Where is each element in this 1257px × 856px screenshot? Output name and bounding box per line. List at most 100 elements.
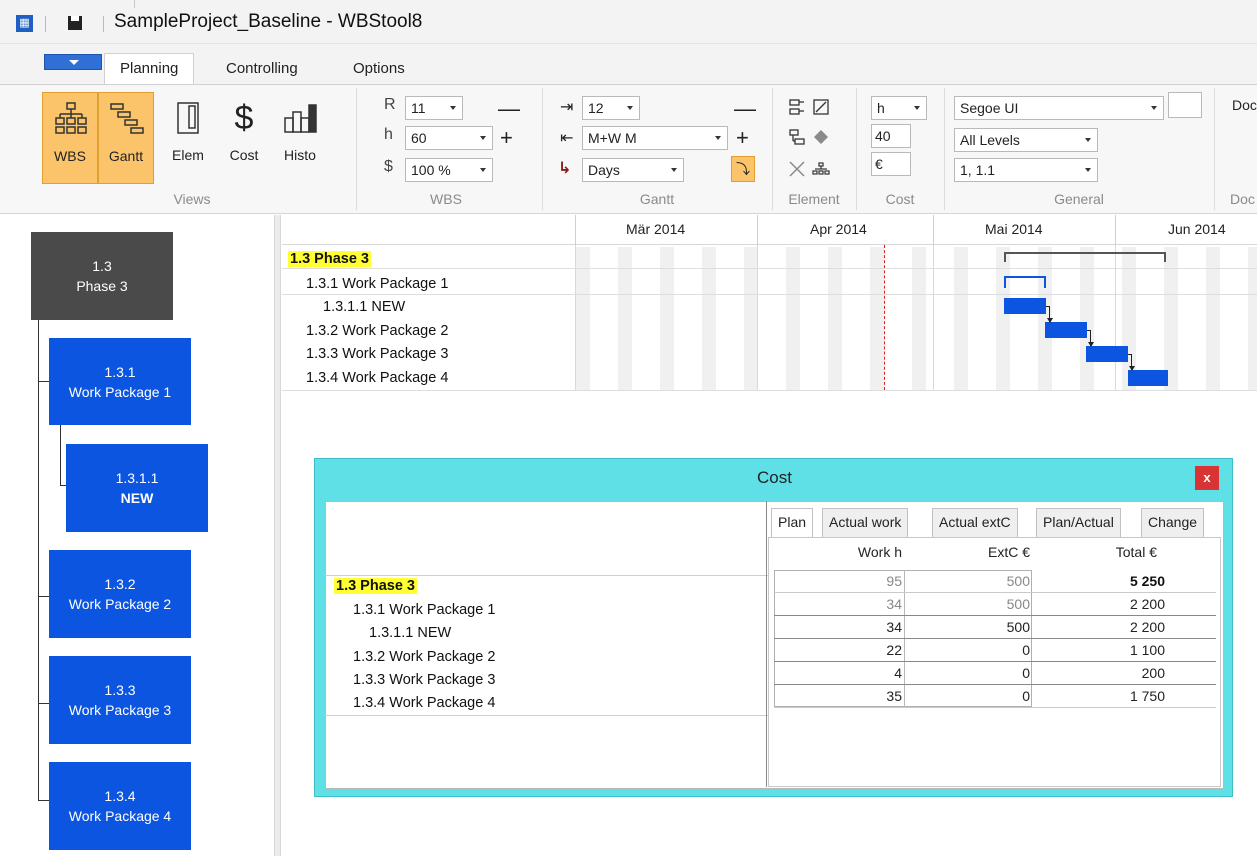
- dependency-arrow-icon: ⤵: [736, 161, 750, 177]
- cost-view-button[interactable]: $ Cost: [216, 92, 272, 184]
- tab-planning[interactable]: Planning: [104, 53, 195, 85]
- gantt-row-name[interactable]: 1.3.1.1 NEW: [323, 299, 405, 315]
- elem-view-button[interactable]: Elem: [160, 92, 216, 184]
- gantt-zoom-out-button[interactable]: —: [734, 98, 756, 120]
- wbs-node[interactable]: 1.3.2 Work Package 2: [49, 550, 191, 638]
- save-icon[interactable]: [67, 15, 83, 31]
- indent-select[interactable]: 12: [582, 96, 640, 120]
- panel-splitter[interactable]: [274, 215, 281, 856]
- gantt-row-name[interactable]: 1.3.4 Work Package 4: [306, 370, 448, 386]
- extc-cell[interactable]: 500: [910, 617, 1030, 639]
- row-divider: [325, 715, 768, 716]
- tab-controlling[interactable]: Controlling: [211, 54, 313, 84]
- column-splitter[interactable]: [766, 501, 767, 787]
- task-bar[interactable]: [1004, 298, 1046, 314]
- dependency-toggle-button[interactable]: ⤵: [731, 156, 755, 182]
- work-cell[interactable]: 22: [800, 640, 902, 662]
- today-line: [884, 245, 885, 390]
- hours-select[interactable]: 60: [405, 126, 493, 150]
- wbs-node[interactable]: 1.3.3 Work Package 3: [49, 656, 191, 744]
- rows-select[interactable]: 11: [405, 96, 463, 120]
- extc-cell[interactable]: 0: [910, 640, 1030, 662]
- task-bar[interactable]: [1045, 322, 1087, 338]
- time-unit-select[interactable]: Days: [582, 158, 684, 182]
- gantt-view-button[interactable]: Gantt: [98, 92, 154, 184]
- delete-icon[interactable]: [788, 160, 806, 178]
- dependency-arrow: [1088, 342, 1094, 347]
- gantt-row-name[interactable]: 1.3 Phase 3: [288, 251, 371, 267]
- summary-bar[interactable]: [1004, 276, 1046, 288]
- work-cell[interactable]: 35: [800, 686, 902, 708]
- cost-rate-field[interactable]: 40: [871, 124, 911, 148]
- milestone-icon[interactable]: [812, 128, 830, 146]
- wbs-tree-icon: [55, 102, 87, 134]
- font-size-field[interactable]: [1168, 92, 1202, 118]
- histo-view-button[interactable]: Histo: [272, 92, 328, 184]
- wbs-node-code: 1.3.3: [104, 682, 136, 698]
- cost-currency-field[interactable]: €: [871, 152, 911, 176]
- numbering-value: 1, 1.1: [960, 162, 996, 178]
- task-bar[interactable]: [1086, 346, 1128, 362]
- wbs-node[interactable]: 1.3.4 Work Package 4: [49, 762, 191, 850]
- wbs-view-button[interactable]: WBS: [42, 92, 98, 184]
- cost-row-name[interactable]: 1.3.1.1 NEW: [369, 625, 451, 641]
- file-menu-button[interactable]: [44, 54, 102, 70]
- grid-app-icon[interactable]: ▦: [16, 15, 33, 32]
- cost-row-name[interactable]: 1.3.1 Work Package 1: [353, 602, 495, 618]
- gantt-row-name[interactable]: 1.3.3 Work Package 3: [306, 346, 448, 362]
- doc-button[interactable]: Doc: [1232, 97, 1257, 113]
- edit-icon[interactable]: [812, 98, 830, 116]
- tab-plan-actual[interactable]: Plan/Actual: [1036, 508, 1121, 537]
- font-select[interactable]: Segoe UI: [954, 96, 1164, 120]
- work-cell[interactable]: 4: [800, 663, 902, 685]
- levels-select[interactable]: All Levels: [954, 128, 1098, 152]
- wbs-node[interactable]: 1.3.1.1 NEW: [66, 444, 208, 532]
- tree-connector: [38, 320, 39, 800]
- gantt-row-name[interactable]: 1.3.1 Work Package 1: [306, 276, 448, 292]
- row-divider: [325, 575, 768, 576]
- hours-label: h: [384, 126, 393, 143]
- work-cell[interactable]: 34: [800, 617, 902, 639]
- tab-actual-work[interactable]: Actual work: [822, 508, 909, 537]
- cost-row-name[interactable]: 1.3.4 Work Package 4: [353, 695, 495, 711]
- task-bar[interactable]: [1128, 370, 1168, 386]
- tab-options[interactable]: Options: [338, 54, 420, 84]
- add-sibling-icon[interactable]: [788, 128, 806, 146]
- gantt-row-divider: [282, 294, 1257, 295]
- gantt-row-name[interactable]: 1.3.2 Work Package 2: [306, 323, 448, 339]
- work-cell[interactable]: 95: [800, 571, 902, 593]
- wbs-zoom-out-button[interactable]: —: [498, 98, 520, 120]
- cost-row-name[interactable]: 1.3.3 Work Package 3: [353, 672, 495, 688]
- wbs-node-name: NEW: [120, 490, 154, 506]
- numbering-select[interactable]: 1, 1.1: [954, 158, 1098, 182]
- percent-select[interactable]: 100 %: [405, 158, 493, 182]
- tab-plan[interactable]: Plan: [771, 508, 814, 538]
- cost-row-name[interactable]: 1.3.2 Work Package 2: [353, 649, 495, 665]
- close-button[interactable]: x: [1195, 466, 1219, 490]
- gantt-zoom-in-button[interactable]: +: [736, 127, 749, 149]
- chevron-down-icon: [715, 136, 721, 140]
- cost-row-name[interactable]: 1.3 Phase 3: [334, 578, 417, 594]
- extc-cell[interactable]: 500: [910, 594, 1030, 616]
- time-scale-select[interactable]: M+W M: [582, 126, 728, 150]
- wbs-node-name: Work Package 3: [68, 702, 172, 718]
- tab-change[interactable]: Change: [1141, 508, 1205, 537]
- work-cell[interactable]: 34: [800, 594, 902, 616]
- gantt-timeline-header: [282, 215, 1257, 245]
- org-chart-icon[interactable]: [812, 162, 830, 178]
- wbs-node[interactable]: 1.3 Phase 3: [31, 232, 173, 320]
- cost-unit-select[interactable]: h: [871, 96, 927, 120]
- extc-cell[interactable]: 0: [910, 686, 1030, 708]
- add-child-icon[interactable]: [788, 98, 806, 116]
- wbs-zoom-in-button[interactable]: +: [500, 127, 513, 149]
- chevron-down-icon: [1085, 138, 1091, 142]
- extc-cell[interactable]: 0: [910, 663, 1030, 685]
- extc-cell[interactable]: 500: [910, 571, 1030, 593]
- wbs-node[interactable]: 1.3.1 Work Package 1: [49, 338, 191, 425]
- currency-label: $: [384, 158, 393, 175]
- dollar-icon: $: [234, 99, 254, 137]
- tab-actual-extc[interactable]: Actual extC: [932, 508, 1018, 537]
- summary-bar[interactable]: [1004, 252, 1166, 262]
- gantt-grid-line: [757, 245, 758, 390]
- gantt-grid-line: [575, 245, 576, 390]
